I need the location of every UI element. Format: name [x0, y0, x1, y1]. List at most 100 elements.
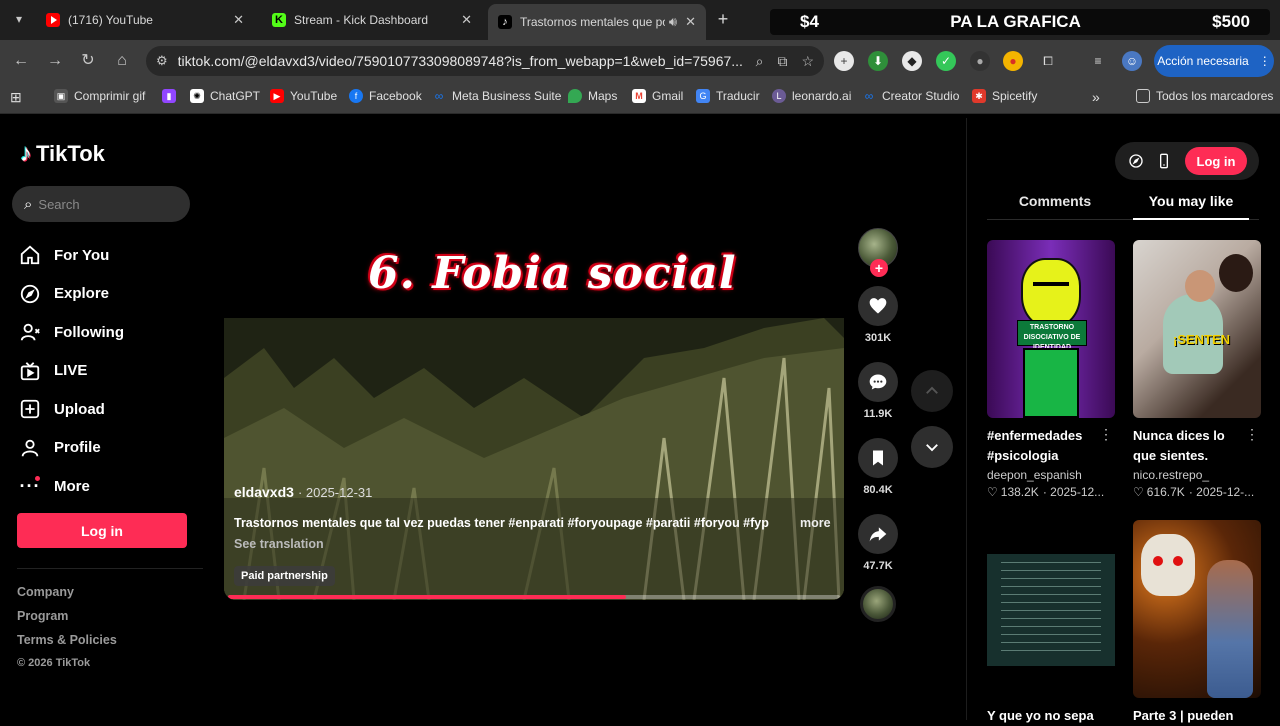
- music-disc-icon[interactable]: [860, 586, 896, 622]
- recommended-video-card[interactable]: Parte 3 | pueden: [1133, 520, 1261, 726]
- next-video-button[interactable]: [911, 426, 953, 468]
- video-thumbnail[interactable]: TRASTORNO DISOCIATIVO DE IDENTIDAD: [987, 240, 1115, 418]
- sidebar-item-upload[interactable]: Upload: [18, 390, 198, 429]
- footer-link-program[interactable]: Program: [17, 609, 117, 633]
- color-extension-icon[interactable]: ●: [1003, 51, 1023, 71]
- more-bookmarks-icon[interactable]: »: [1092, 89, 1100, 105]
- media-icon[interactable]: ≡: [1088, 51, 1108, 71]
- see-translation-link[interactable]: See translation: [234, 537, 324, 551]
- extensions-icon[interactable]: ⧠: [1038, 51, 1058, 71]
- bookmark-comprimir-gif[interactable]: ▣ Comprimir gif: [54, 89, 145, 103]
- url-bar[interactable]: ⚙ tiktok.com/@eldavxd3/video/75901077330…: [146, 46, 824, 76]
- creator-avatar[interactable]: +: [858, 228, 898, 277]
- tab-you-may-like[interactable]: You may like: [1123, 188, 1259, 220]
- recommended-video-card[interactable]: TRASTORNO DISOCIATIVO DE IDENTIDAD #enfe…: [987, 240, 1115, 499]
- video-thumbnail[interactable]: ¡SENTEN: [1133, 240, 1261, 418]
- share-icon[interactable]: [858, 514, 898, 554]
- upload-icon: [18, 397, 42, 421]
- bookmark-gmail[interactable]: M Gmail: [632, 89, 683, 103]
- card-title[interactable]: Nunca dices lo que sientes.: [1133, 426, 1249, 466]
- card-title[interactable]: Y que yo no sepa: [987, 706, 1103, 726]
- sidebar-login-button[interactable]: Log in: [17, 513, 187, 548]
- header-login-button[interactable]: Log in: [1185, 147, 1247, 175]
- previous-video-button[interactable]: [911, 370, 953, 412]
- phone-icon[interactable]: [1153, 150, 1175, 172]
- kebab-icon[interactable]: ⋮: [1245, 426, 1259, 443]
- card-title[interactable]: #enfermedades #psicologia: [987, 426, 1103, 466]
- recommended-video-card[interactable]: Y que yo no sepa: [987, 520, 1115, 726]
- tab-tiktok[interactable]: ♪ Trastornos mentales que po 🔊︎ ✕: [488, 4, 706, 40]
- search-input[interactable]: [38, 196, 169, 212]
- download-extension-icon[interactable]: ⬇: [868, 51, 888, 71]
- save-action[interactable]: 80.4K: [856, 438, 900, 496]
- card-title[interactable]: Parte 3 | pueden: [1133, 706, 1249, 726]
- close-icon[interactable]: ✕: [461, 12, 472, 28]
- tab-kick[interactable]: K Stream - Kick Dashboard ✕: [262, 4, 482, 36]
- bookmark-twitch[interactable]: ▮: [162, 89, 182, 103]
- close-icon[interactable]: ✕: [233, 12, 244, 28]
- sidebar-item-explore[interactable]: Explore: [18, 275, 198, 314]
- recommended-video-card[interactable]: ¡SENTEN Nunca dices lo que sientes. ⋮ ni…: [1133, 240, 1261, 499]
- close-icon[interactable]: ✕: [685, 14, 696, 30]
- bookmark-traducir[interactable]: G Traducir: [696, 89, 760, 103]
- footer-link-company[interactable]: Company: [17, 585, 117, 609]
- zoom-icon[interactable]: ⌕: [756, 53, 764, 70]
- install-icon[interactable]: ⧉: [777, 53, 787, 70]
- apps-icon[interactable]: ⊞: [10, 89, 22, 106]
- puzzle-extension-icon[interactable]: ◆: [902, 51, 922, 71]
- forward-icon[interactable]: →: [44, 50, 66, 72]
- site-settings-icon[interactable]: ⚙: [156, 53, 168, 69]
- video-player[interactable]: 6. Fobia social eldavxd3 · 2025-12-31 Tr…: [224, 118, 844, 600]
- all-bookmarks[interactable]: Todos los marcadores: [1136, 89, 1273, 103]
- follow-plus-icon[interactable]: +: [870, 259, 888, 277]
- new-tab-button[interactable]: +: [712, 8, 734, 30]
- card-author[interactable]: nico.restrepo_: [1133, 468, 1261, 482]
- tab-comments[interactable]: Comments: [987, 188, 1123, 219]
- video-thumbnail[interactable]: [1133, 520, 1261, 698]
- tab-search-chevron-icon[interactable]: ▾: [8, 8, 30, 30]
- bookmark-label: ChatGPT: [210, 89, 261, 103]
- sidebar-item-more[interactable]: ··· More: [18, 467, 198, 506]
- shield-extension-icon[interactable]: ✓: [936, 51, 956, 71]
- sidebar-item-live[interactable]: LIVE: [18, 352, 198, 391]
- kebab-icon[interactable]: ⋮: [1099, 426, 1113, 443]
- reload-icon[interactable]: ↻: [77, 50, 99, 72]
- sidebar-item-profile[interactable]: Profile: [18, 429, 198, 468]
- bookmark-icon[interactable]: [858, 438, 898, 478]
- tab-title: Stream - Kick Dashboard: [294, 13, 429, 27]
- heart-icon[interactable]: [858, 286, 898, 326]
- bookmark-creator-studio[interactable]: ∞ Creator Studio: [862, 89, 960, 103]
- home-icon[interactable]: ⌂: [111, 50, 133, 72]
- comment-icon[interactable]: [858, 362, 898, 402]
- dark-extension-icon[interactable]: ●: [970, 51, 990, 71]
- sidebar-item-following[interactable]: Following: [18, 313, 198, 352]
- video-author[interactable]: eldavxd3: [234, 484, 294, 500]
- sidebar-item-for-you[interactable]: For You: [18, 236, 198, 275]
- action-required-button[interactable]: Acción necesaria ⋮: [1154, 45, 1274, 77]
- url-text[interactable]: tiktok.com/@eldavxd3/video/7590107733098…: [178, 53, 742, 69]
- share-action[interactable]: 47.7K: [856, 514, 900, 572]
- card-author[interactable]: deepon_espanish: [987, 468, 1115, 482]
- search-box[interactable]: ⌕: [12, 186, 190, 222]
- compass-icon[interactable]: [1125, 150, 1147, 172]
- bookmark-meta[interactable]: ∞ Meta Business Suite: [432, 89, 562, 103]
- speaker-icon[interactable]: 🔊︎: [669, 14, 677, 30]
- bookmark-facebook[interactable]: f Facebook: [349, 89, 422, 103]
- like-action[interactable]: 301K: [856, 286, 900, 344]
- video-progress-bar[interactable]: [228, 595, 840, 599]
- bookmark-chatgpt[interactable]: ✺ ChatGPT: [190, 89, 260, 103]
- tiktok-logo[interactable]: ♪ TikTok: [20, 140, 105, 168]
- back-icon[interactable]: ←: [10, 50, 32, 72]
- bookmark-youtube[interactable]: ▶ YouTube: [270, 89, 337, 103]
- tab-youtube[interactable]: (1716) YouTube ✕: [36, 4, 254, 36]
- profile-avatar[interactable]: ☺: [1122, 51, 1142, 71]
- comment-action[interactable]: 11.9K: [856, 362, 900, 420]
- bookmark-leonardo[interactable]: Lleonardo.ai: [772, 89, 851, 103]
- bookmark-maps[interactable]: Maps: [568, 89, 617, 103]
- more-link[interactable]: more: [800, 516, 831, 530]
- video-thumbnail[interactable]: [987, 520, 1115, 698]
- bookmark-spicetify[interactable]: ✱ Spicetify: [972, 89, 1037, 103]
- add-extension-icon[interactable]: +: [834, 51, 854, 71]
- star-icon[interactable]: ☆: [801, 53, 814, 70]
- footer-link-terms[interactable]: Terms & Policies: [17, 633, 117, 657]
